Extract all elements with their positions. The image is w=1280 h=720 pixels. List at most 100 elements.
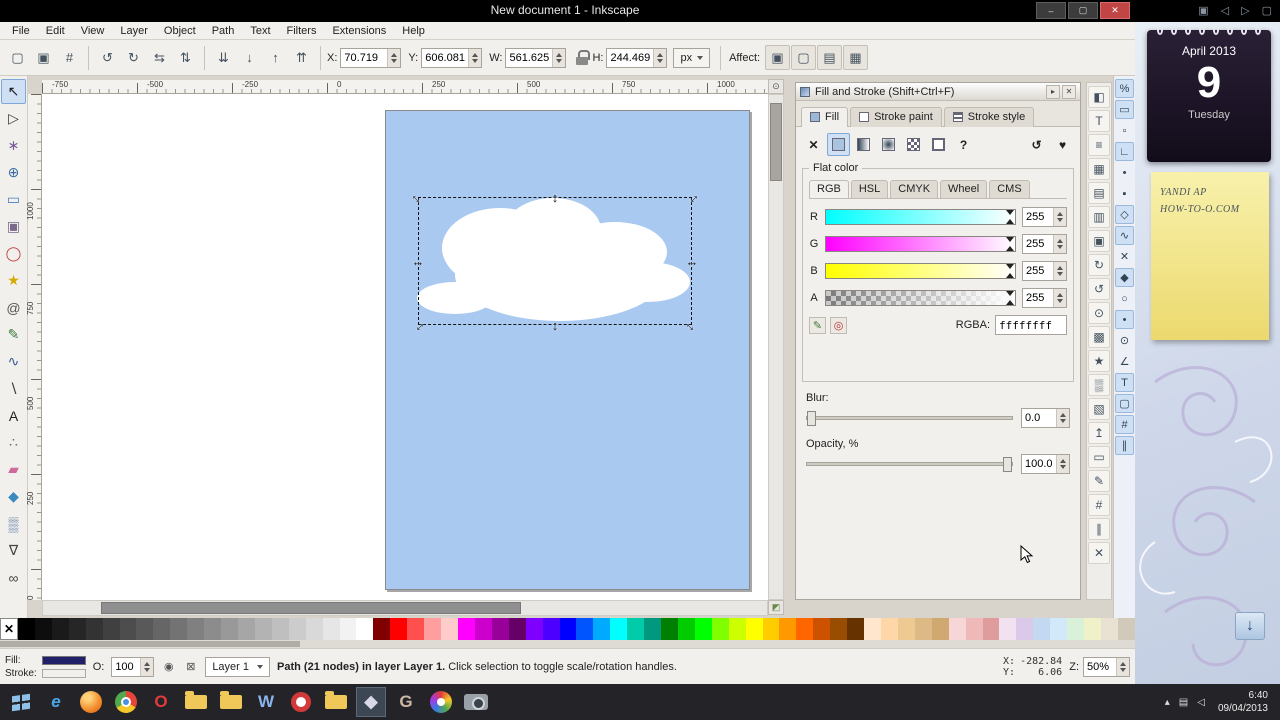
inkscape-icon[interactable]: ◆ [356,687,386,717]
channel-spinner-b[interactable] [1053,262,1066,280]
minimize-button[interactable]: – [1036,2,1066,19]
raise-icon[interactable]: ↑ [263,45,288,70]
palette-swatch[interactable] [1016,618,1034,640]
opacity-input[interactable] [1022,455,1056,473]
palette-swatch[interactable] [68,618,86,640]
connector-tool[interactable]: ∞ [1,565,26,590]
palette-swatch[interactable] [1084,618,1101,640]
y-input[interactable] [422,48,469,67]
blur-spinner[interactable] [1056,409,1069,427]
layer-visibility-icon[interactable]: ◉ [161,659,176,674]
menu-help[interactable]: Help [394,23,433,39]
dialog-titlebar[interactable]: Fill and Stroke (Shift+Ctrl+F) ▸ ✕ [796,83,1080,101]
chrome-icon[interactable] [111,687,141,717]
rotate-cw-icon[interactable]: ↻ [121,45,146,70]
selector-tool[interactable]: ↖ [1,79,26,104]
snap-nodes-icon[interactable]: ◇ [1115,205,1134,224]
taskbar-clock[interactable]: 6:40 09/04/2013 [1210,689,1274,715]
palette-swatch[interactable] [982,618,1000,640]
palette-swatch[interactable] [525,618,543,640]
snap-object-center-icon[interactable]: ⊙ [1115,331,1134,350]
cloud-object[interactable] [42,94,768,600]
horizontal-scroll-thumb[interactable] [101,602,521,614]
internet-explorer-icon[interactable]: e [41,687,71,717]
w-input[interactable] [506,48,553,67]
no-color-swatch[interactable]: ✕ [0,618,18,640]
palette-swatch[interactable] [542,618,560,640]
paint-swatch-button[interactable] [927,133,950,156]
flip-vertical-icon[interactable]: ⇅ [173,45,198,70]
transform-dialog-icon[interactable]: ↻ [1088,254,1110,276]
menu-extensions[interactable]: Extensions [324,23,394,39]
palette-swatch[interactable] [288,618,306,640]
slider-thumb[interactable] [1006,210,1015,224]
channel-slider-r[interactable] [825,209,1016,225]
opacity-spinner[interactable] [1056,455,1069,473]
fill-rule-nonzero-button[interactable]: ♥ [1051,133,1074,156]
gradient-dialog-icon[interactable]: ▒ [1088,374,1110,396]
palette-scrollbar[interactable] [0,640,1135,648]
dock-panel-button[interactable]: ▸ [1046,84,1060,99]
palette-swatch[interactable] [102,618,120,640]
color-tab-cms[interactable]: CMS [989,180,1030,198]
palette-swatch[interactable] [847,618,865,640]
channel-slider-b[interactable] [825,263,1016,279]
palette-swatch[interactable] [881,618,898,640]
channel-spinner-a[interactable] [1053,289,1066,307]
paint-pattern-button[interactable] [902,133,925,156]
text-font-dialog-icon[interactable]: T [1088,110,1110,132]
palette-swatch[interactable] [677,618,695,640]
snap-grid-icon[interactable]: # [1115,415,1134,434]
lower-to-bottom-icon[interactable]: ⇊ [211,45,236,70]
palette-swatch[interactable] [830,618,848,640]
document-properties-dialog-icon[interactable]: ▤ [1088,182,1110,204]
menu-text[interactable]: Text [242,23,278,39]
menu-edit[interactable]: Edit [38,23,73,39]
snap-rotation-center-icon[interactable]: ∠ [1115,352,1134,371]
palette-swatch[interactable] [34,618,52,640]
tab-fill[interactable]: Fill [801,107,849,127]
ellipse-tool[interactable]: ◯ [1,241,26,266]
channel-spinner-r[interactable] [1053,208,1066,226]
snap-page-border-icon[interactable]: ▢ [1115,394,1134,413]
color-tab-hsl[interactable]: HSL [850,180,889,198]
snap-smooth-node-icon[interactable]: ○ [1115,289,1134,308]
trace-bitmap-dialog-icon[interactable]: ▧ [1088,398,1110,420]
fill-stroke-dialog-icon[interactable]: ◧ [1088,86,1110,108]
palette-swatch[interactable] [204,618,222,640]
dropper-tool[interactable]: ∇ [1,538,26,563]
x-input[interactable] [341,48,388,67]
palette-swatch[interactable] [390,618,408,640]
close-dialogs-icon[interactable]: ✕ [1088,542,1110,564]
horizontal-scrollbar[interactable] [42,600,768,616]
pencil-tool[interactable]: ✎ [1,322,26,347]
layer-lock-icon[interactable]: ⊠ [183,659,198,674]
opacity-slider-knob[interactable] [1003,457,1012,472]
palette-swatch[interactable] [728,618,746,640]
palette-swatch[interactable] [153,618,171,640]
tray-status-icon[interactable]: ▤ [1179,697,1188,708]
input-devices-dialog-icon[interactable]: ✎ [1088,470,1110,492]
palette-swatch[interactable] [457,618,475,640]
palette-swatch[interactable] [254,618,272,640]
palette-swatch[interactable] [661,618,678,640]
slider-thumb[interactable] [1006,264,1015,278]
fill-color-swatch[interactable] [41,655,86,665]
channel-input-b[interactable] [1023,262,1053,280]
palette-swatch[interactable] [51,618,69,640]
tab-stroke-paint[interactable]: Stroke paint [850,107,942,127]
palette-swatch[interactable] [796,618,814,640]
menu-object[interactable]: Object [156,23,204,39]
fill-rule-evenodd-button[interactable]: ↺ [1025,133,1048,156]
gradient-tool[interactable]: ▒ [1,511,26,536]
layers-dialog-icon[interactable]: ▥ [1088,206,1110,228]
tab-stroke-style[interactable]: Stroke style [943,107,1035,127]
palette-swatch[interactable] [170,618,188,640]
snap-bbox-icon[interactable]: ▭ [1115,100,1134,119]
palette-swatch[interactable] [864,618,882,640]
folder-documents-icon[interactable] [216,687,246,717]
color-tab-rgb[interactable]: RGB [809,180,849,198]
object-opacity-spinner[interactable] [140,657,154,676]
lock-aspect-icon[interactable] [576,50,591,65]
channel-spinner-g[interactable] [1053,235,1066,253]
